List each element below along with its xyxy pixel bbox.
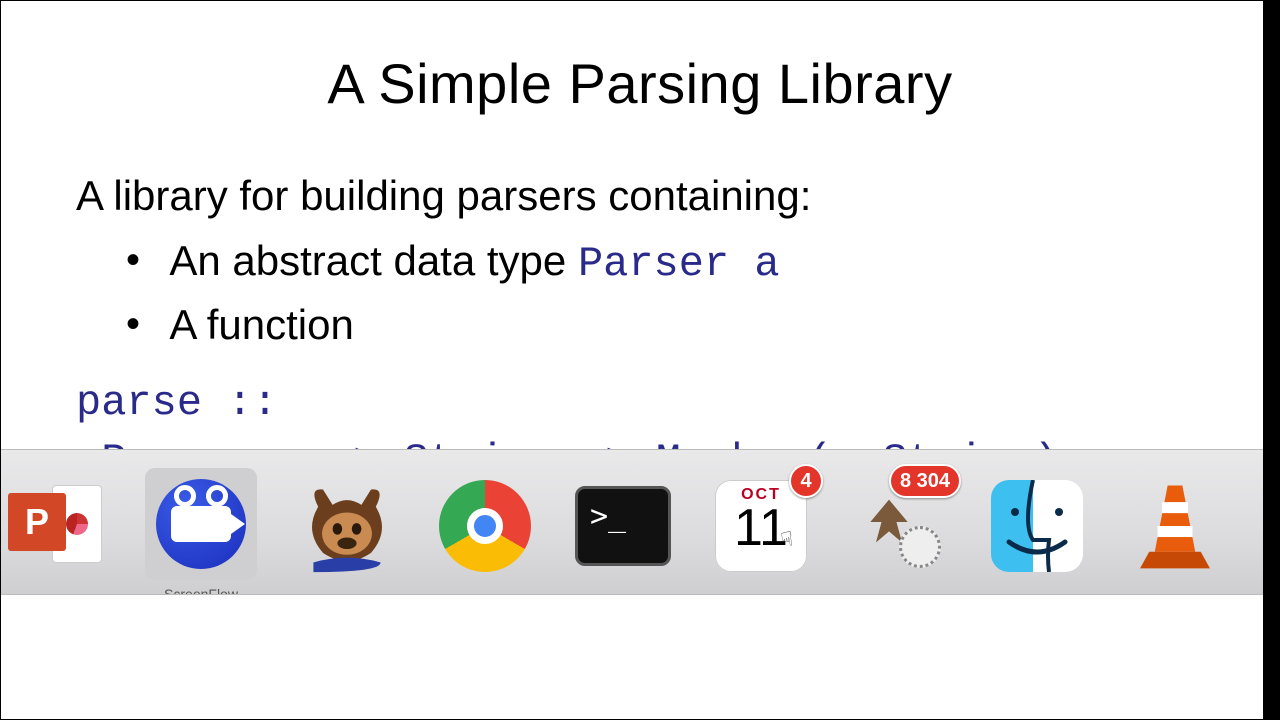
dock: P ScreenFlow xyxy=(1,449,1279,595)
slide-intro: A library for building parsers containin… xyxy=(76,166,1204,227)
bullet-item-2: A function xyxy=(126,295,1204,356)
screenflow-icon xyxy=(156,479,246,569)
right-border xyxy=(1263,1,1279,719)
bullet-list: An abstract data type Parser a A functio… xyxy=(76,231,1204,356)
slide-title: A Simple Parsing Library xyxy=(76,51,1204,116)
mail-badge: 8 304 xyxy=(889,464,961,498)
powerpoint-icon: P xyxy=(8,479,102,573)
gnu-icon xyxy=(299,478,395,574)
slide-body: A library for building parsers containin… xyxy=(76,166,1204,485)
chrome-icon xyxy=(439,480,531,572)
dock-app-terminal[interactable]: >_ xyxy=(575,478,671,574)
vlc-icon xyxy=(1133,480,1217,572)
powerpoint-letter: P xyxy=(8,493,66,551)
dock-app-gnu[interactable] xyxy=(299,478,395,574)
dock-app-powerpoint[interactable]: P xyxy=(7,478,103,574)
terminal-icon: >_ xyxy=(575,486,671,566)
dock-app-calendar[interactable]: OCT 11 4 xyxy=(713,478,809,574)
calendar-icon: OCT 11 xyxy=(715,480,807,572)
finder-icon xyxy=(991,480,1083,572)
dock-app-screenflow[interactable]: ScreenFlow xyxy=(145,468,257,580)
dock-app-mail[interactable]: 8 304 xyxy=(851,478,947,574)
presentation-slide: A Simple Parsing Library A library for b… xyxy=(1,1,1279,719)
calendar-day: 11 xyxy=(734,502,788,554)
terminal-prompt: >_ xyxy=(590,499,626,534)
type-signature-line1: parse :: xyxy=(76,374,1204,433)
dock-app-finder[interactable] xyxy=(989,478,1085,574)
bullet1-text: An abstract data type xyxy=(169,237,578,284)
dock-tooltip: ScreenFlow xyxy=(164,586,238,595)
bullet2-text: A function xyxy=(169,301,353,348)
dock-app-vlc[interactable] xyxy=(1127,478,1223,574)
calendar-badge: 4 xyxy=(789,464,823,498)
bullet-item-1: An abstract data type Parser a xyxy=(126,231,1204,295)
dock-app-chrome[interactable] xyxy=(437,478,533,574)
bullet1-code: Parser a xyxy=(578,240,780,288)
